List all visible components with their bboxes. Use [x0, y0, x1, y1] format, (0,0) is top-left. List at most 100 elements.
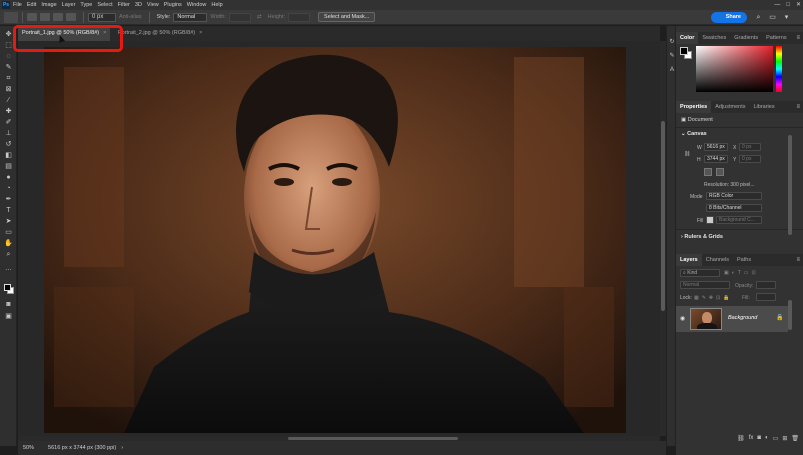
tool-preset-icon[interactable] — [4, 11, 18, 23]
menu-view[interactable]: View — [147, 2, 159, 8]
tab-properties[interactable]: Properties — [676, 101, 712, 113]
canvas-section-header[interactable]: ⌄ Canvas — [681, 131, 707, 137]
vertical-scroll-thumb[interactable] — [661, 121, 665, 311]
healing-brush-tool-icon[interactable]: ✚ — [4, 107, 13, 116]
tab-channels[interactable]: Channels — [702, 254, 733, 266]
tab-portrait-2[interactable]: Portrait_2.jpg @ 50% (RGB/8#) × — [114, 26, 206, 41]
add-selection-icon[interactable] — [40, 13, 50, 21]
more-tools-icon[interactable]: … — [4, 264, 13, 273]
fx-icon[interactable]: fx — [749, 435, 754, 441]
panel-menu-icon[interactable]: ≡ — [796, 254, 800, 266]
style-select[interactable]: Normal — [173, 12, 208, 22]
tab-layers[interactable]: Layers — [676, 254, 702, 266]
bit-depth-select[interactable]: 8 Bits/Channel — [706, 204, 762, 212]
gradient-tool-icon[interactable]: ▤ — [4, 162, 13, 171]
history-brush-tool-icon[interactable]: ↺ — [4, 140, 13, 149]
share-button[interactable]: 👤 Share — [711, 12, 747, 23]
quick-select-tool-icon[interactable]: ✎ — [4, 63, 13, 72]
zoom-level[interactable]: 50% — [23, 445, 34, 451]
layers-scrollbar[interactable] — [788, 300, 792, 330]
rulers-grids-section-header[interactable]: › Rulers & Grids — [681, 234, 723, 240]
zoom-tool-icon[interactable]: ⌕ — [4, 250, 13, 259]
blend-mode-select[interactable]: Normal — [680, 281, 730, 289]
tab-swatches[interactable]: Swatches — [698, 32, 730, 44]
tab-paths[interactable]: Paths — [733, 254, 755, 266]
visibility-eye-icon[interactable]: ◉ — [680, 315, 685, 322]
mode-select[interactable]: RGB Color — [706, 192, 762, 200]
menu-filter[interactable]: Filter — [118, 2, 130, 8]
document-info[interactable]: 5616 px x 3744 px (300 ppi) — [48, 445, 116, 451]
character-panel-icon[interactable]: A — [668, 66, 676, 74]
anti-alias-checkbox[interactable]: Anti-alias — [119, 14, 142, 20]
fill-input[interactable] — [756, 293, 776, 301]
workspace-icon[interactable]: ▭ — [768, 13, 777, 22]
dodge-tool-icon[interactable]: ◔ — [4, 184, 13, 193]
eraser-tool-icon[interactable]: ◧ — [4, 151, 13, 160]
new-group-icon[interactable]: ▭ — [773, 435, 779, 442]
type-tool-icon[interactable]: T — [4, 206, 13, 215]
screen-mode-icon[interactable]: ▣ — [4, 312, 13, 321]
minimize-icon[interactable]: — — [774, 0, 780, 10]
clone-stamp-tool-icon[interactable]: ⊥ — [4, 129, 13, 138]
quick-mask-icon[interactable]: ◙ — [4, 300, 13, 309]
feather-input[interactable]: 0 px — [88, 12, 116, 22]
hand-tool-icon[interactable]: ✋ — [4, 239, 13, 248]
eyedropper-tool-icon[interactable]: ⁄ — [4, 96, 13, 105]
color-panel-foreground-swatch[interactable] — [680, 47, 688, 55]
path-selection-tool-icon[interactable]: ➤ — [4, 217, 13, 226]
marquee-tool-icon[interactable]: ⬚ — [4, 41, 13, 50]
blur-tool-icon[interactable]: ● — [4, 173, 13, 182]
menu-type[interactable]: Type — [80, 2, 92, 8]
search-icon[interactable]: ⌕ — [754, 13, 763, 22]
tab-libraries[interactable]: Libraries — [749, 101, 778, 113]
opacity-input[interactable] — [756, 281, 776, 289]
move-tool-icon[interactable]: ✥ — [4, 30, 13, 39]
menu-layer[interactable]: Layer — [62, 2, 76, 8]
intersect-selection-icon[interactable] — [66, 13, 76, 21]
canvas-x-input[interactable]: 0 px — [739, 143, 761, 151]
menu-select[interactable]: Select — [97, 2, 112, 8]
menu-plugins[interactable]: Plugins — [164, 2, 182, 8]
crop-tool-icon[interactable]: ⌗ — [4, 74, 13, 83]
adjustment-layer-icon[interactable]: ◐ — [765, 435, 769, 441]
tab-adjustments[interactable]: Adjustments — [711, 101, 749, 113]
pen-tool-icon[interactable]: ✒ — [4, 195, 13, 204]
close-tab-icon[interactable]: × — [199, 30, 202, 36]
swap-icon[interactable]: ⇄ — [257, 14, 262, 20]
tab-color[interactable]: Color — [676, 32, 699, 44]
tab-patterns[interactable]: Patterns — [762, 32, 790, 44]
color-picker-field[interactable] — [696, 46, 773, 92]
tab-gradients[interactable]: Gradients — [730, 32, 762, 44]
add-mask-icon[interactable]: ◙ — [757, 435, 761, 441]
delete-layer-icon[interactable]: 🗑 — [791, 435, 799, 442]
canvas-height-input[interactable]: 3744 px — [704, 155, 728, 163]
menu-3d[interactable]: 3D — [135, 2, 142, 8]
subtract-selection-icon[interactable] — [53, 13, 63, 21]
layer-name[interactable]: Background — [728, 315, 757, 321]
landscape-orientation-icon[interactable] — [716, 168, 724, 176]
canvas-y-input[interactable]: 0 px — [739, 155, 761, 163]
link-icon[interactable]: ⛓ — [684, 151, 690, 157]
menu-file[interactable]: File — [13, 2, 22, 8]
layer-filter-icons[interactable]: ▣◐T▭⊡ — [724, 270, 759, 276]
brush-tool-icon[interactable]: ✐ — [4, 118, 13, 127]
hue-slider[interactable] — [776, 46, 782, 92]
settings-icon[interactable]: ▾ — [782, 13, 791, 22]
menu-window[interactable]: Window — [187, 2, 207, 8]
lasso-tool-icon[interactable]: ◌ — [4, 52, 13, 61]
history-panel-icon[interactable]: ↻ — [668, 38, 676, 46]
properties-scrollbar[interactable] — [788, 135, 792, 235]
layer-row-background[interactable]: ◉ Background 🔒 — [676, 306, 788, 332]
maximize-icon[interactable]: □ — [786, 0, 790, 10]
fill-select[interactable]: Background C... — [716, 216, 762, 224]
menu-edit[interactable]: Edit — [27, 2, 36, 8]
brush-settings-icon[interactable]: ✎ — [668, 52, 676, 60]
portrait-orientation-icon[interactable] — [704, 168, 712, 176]
panel-menu-icon[interactable]: ≡ — [796, 32, 800, 44]
link-layers-icon[interactable]: ⛓ — [737, 435, 745, 442]
width-input[interactable] — [228, 12, 251, 22]
panel-menu-icon[interactable]: ≡ — [796, 101, 800, 113]
new-layer-icon[interactable]: ⊞ — [782, 435, 787, 442]
canvas-width-input[interactable]: 5616 px — [704, 143, 728, 151]
layer-filter-select[interactable]: ⌕ Kind — [680, 269, 720, 277]
